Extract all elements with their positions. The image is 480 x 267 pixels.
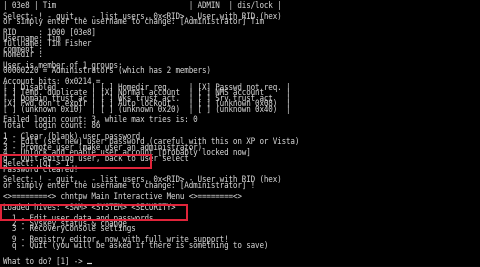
terminal-line: Total login count: 86	[3, 119, 101, 131]
terminal-line: homedir :	[3, 48, 43, 60]
terminal-line: | 03e8 | Tim | ADMIN | dis/lock |	[3, 0, 282, 11]
highlight-edit-user-data-option	[0, 204, 188, 221]
terminal-line: <>========<> chntpw Main Interactive Men…	[3, 190, 242, 202]
terminal-line: or simply enter the username to change: …	[3, 179, 256, 191]
terminal-line: 00000220 = Administrators (which has 2 m…	[3, 65, 211, 76]
terminal-line: or simply enter the username to change: …	[3, 16, 264, 27]
prompt-cursor	[87, 263, 93, 265]
terminal-line: 3 - RecoveryConsole settings	[3, 223, 136, 234]
terminal-line: [ ] (unknown 0x10) | [ ] (unknown 0x20) …	[3, 103, 291, 114]
highlight-clear-password-option	[0, 154, 152, 169]
terminal-line: q - Quit (you will be asked if there is …	[3, 239, 269, 251]
terminal-line: What to do? [1] ->	[3, 257, 93, 266]
terminal-screen[interactable]: | 03e8 | Tim | ADMIN | dis/lock | Select:…	[0, 0, 480, 266]
